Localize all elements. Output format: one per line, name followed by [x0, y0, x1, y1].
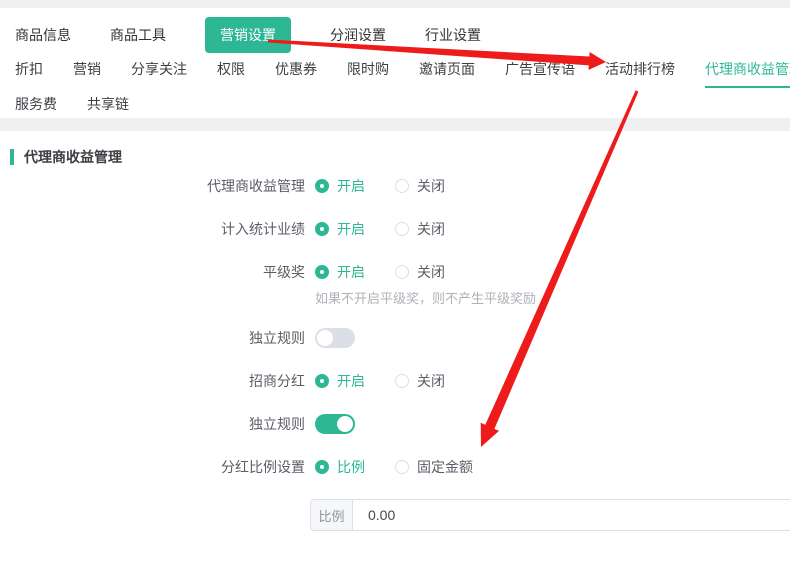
field-label: 代理商收益管理	[10, 176, 305, 196]
radio-peer-award-on[interactable]: 开启	[315, 262, 365, 282]
agent-revenue-form: 代理商收益管理 开启 关闭 计入统计业绩 开启	[10, 175, 790, 531]
field-label: 独立规则	[10, 328, 305, 348]
section-title: 代理商收益管理	[10, 149, 790, 165]
settings-panel: 代理商收益管理 代理商收益管理 开启 关闭 计入统计业绩 开启	[0, 131, 790, 587]
form-row-independent-rule-2: 独立规则	[10, 413, 790, 435]
toggle-knob	[337, 416, 353, 432]
radio-peer-award-off[interactable]: 关闭	[395, 262, 445, 282]
subtab-coupon[interactable]: 优惠券	[275, 59, 317, 86]
tab-profit-settings[interactable]: 分润设置	[330, 25, 386, 45]
subtab-service-fee[interactable]: 服务费	[15, 94, 57, 121]
tab-marketing-settings[interactable]: 营销设置	[205, 17, 291, 53]
field-label: 分红比例设置	[10, 457, 305, 477]
radio-count-statistics-on[interactable]: 开启	[315, 219, 365, 239]
field-label: 平级奖	[10, 262, 305, 282]
ratio-input[interactable]	[353, 500, 790, 530]
subtab-agent-revenue-management[interactable]: 代理商收益管理	[705, 59, 790, 88]
sub-tab-bar-row2: 服务费 共享链	[15, 94, 790, 116]
form-row-count-statistics: 计入统计业绩 开启 关闭	[10, 218, 790, 240]
form-row-merchant-dividend: 招商分红 开启 关闭	[10, 370, 790, 392]
radio-merchant-dividend-off[interactable]: 关闭	[395, 371, 445, 391]
form-row-agent-revenue: 代理商收益管理 开启 关闭	[10, 175, 790, 197]
subtab-ad-slogan[interactable]: 广告宣传语	[505, 59, 575, 86]
radio-unchecked-icon	[395, 222, 409, 236]
peer-award-helper-text: 如果不开启平级奖，则不产生平级奖励	[315, 291, 790, 307]
subtab-share-follow[interactable]: 分享关注	[131, 59, 187, 86]
radio-checked-icon	[315, 374, 329, 388]
independent-rule-toggle-off[interactable]	[315, 328, 355, 348]
radio-unchecked-icon	[395, 265, 409, 279]
subtab-marketing[interactable]: 营销	[73, 59, 101, 86]
tab-product-tools[interactable]: 商品工具	[110, 25, 166, 45]
radio-agent-revenue-off[interactable]: 关闭	[395, 176, 445, 196]
radio-checked-icon	[315, 460, 329, 474]
sub-tab-bar-row1: 折扣 营销 分享关注 权限 优惠券 限时购 邀请页面 广告宣传语 活动排行榜 代…	[15, 59, 790, 85]
radio-count-statistics-off[interactable]: 关闭	[395, 219, 445, 239]
radio-ratio[interactable]: 比例	[315, 457, 365, 477]
field-label: 计入统计业绩	[10, 219, 305, 239]
radio-checked-icon	[315, 265, 329, 279]
tab-industry-settings[interactable]: 行业设置	[425, 25, 481, 45]
toggle-knob	[317, 330, 333, 346]
independent-rule-toggle-on[interactable]	[315, 414, 355, 434]
subtab-flash-sale[interactable]: 限时购	[347, 59, 389, 86]
field-label: 独立规则	[10, 414, 305, 434]
radio-unchecked-icon	[395, 179, 409, 193]
tab-product-info[interactable]: 商品信息	[15, 25, 71, 45]
subtab-shared-chain[interactable]: 共享链	[87, 94, 129, 121]
subtab-invite-page[interactable]: 邀请页面	[419, 59, 475, 86]
navigation-panel: 商品信息 商品工具 营销设置 分润设置 行业设置 折扣 营销 分享关注 权限 优…	[0, 8, 790, 118]
radio-agent-revenue-on[interactable]: 开启	[315, 176, 365, 196]
form-row-dividend-ratio: 分红比例设置 比例 固定金额	[10, 456, 790, 478]
top-tab-bar: 商品信息 商品工具 营销设置 分润设置 行业设置	[15, 16, 790, 54]
field-label: 招商分红	[10, 371, 305, 391]
radio-merchant-dividend-on[interactable]: 开启	[315, 371, 365, 391]
form-row-independent-rule-1: 独立规则	[10, 327, 790, 349]
ratio-input-group: 比例	[310, 499, 790, 531]
radio-fixed-amount[interactable]: 固定金额	[395, 457, 473, 477]
subtab-discount[interactable]: 折扣	[15, 59, 43, 86]
form-row-peer-award: 平级奖 开启 关闭	[10, 261, 790, 283]
ratio-input-prefix: 比例	[311, 500, 353, 530]
subtab-permission[interactable]: 权限	[217, 59, 245, 86]
radio-unchecked-icon	[395, 460, 409, 474]
subtab-activity-ranking[interactable]: 活动排行榜	[605, 59, 675, 86]
radio-unchecked-icon	[395, 374, 409, 388]
radio-checked-icon	[315, 222, 329, 236]
radio-checked-icon	[315, 179, 329, 193]
